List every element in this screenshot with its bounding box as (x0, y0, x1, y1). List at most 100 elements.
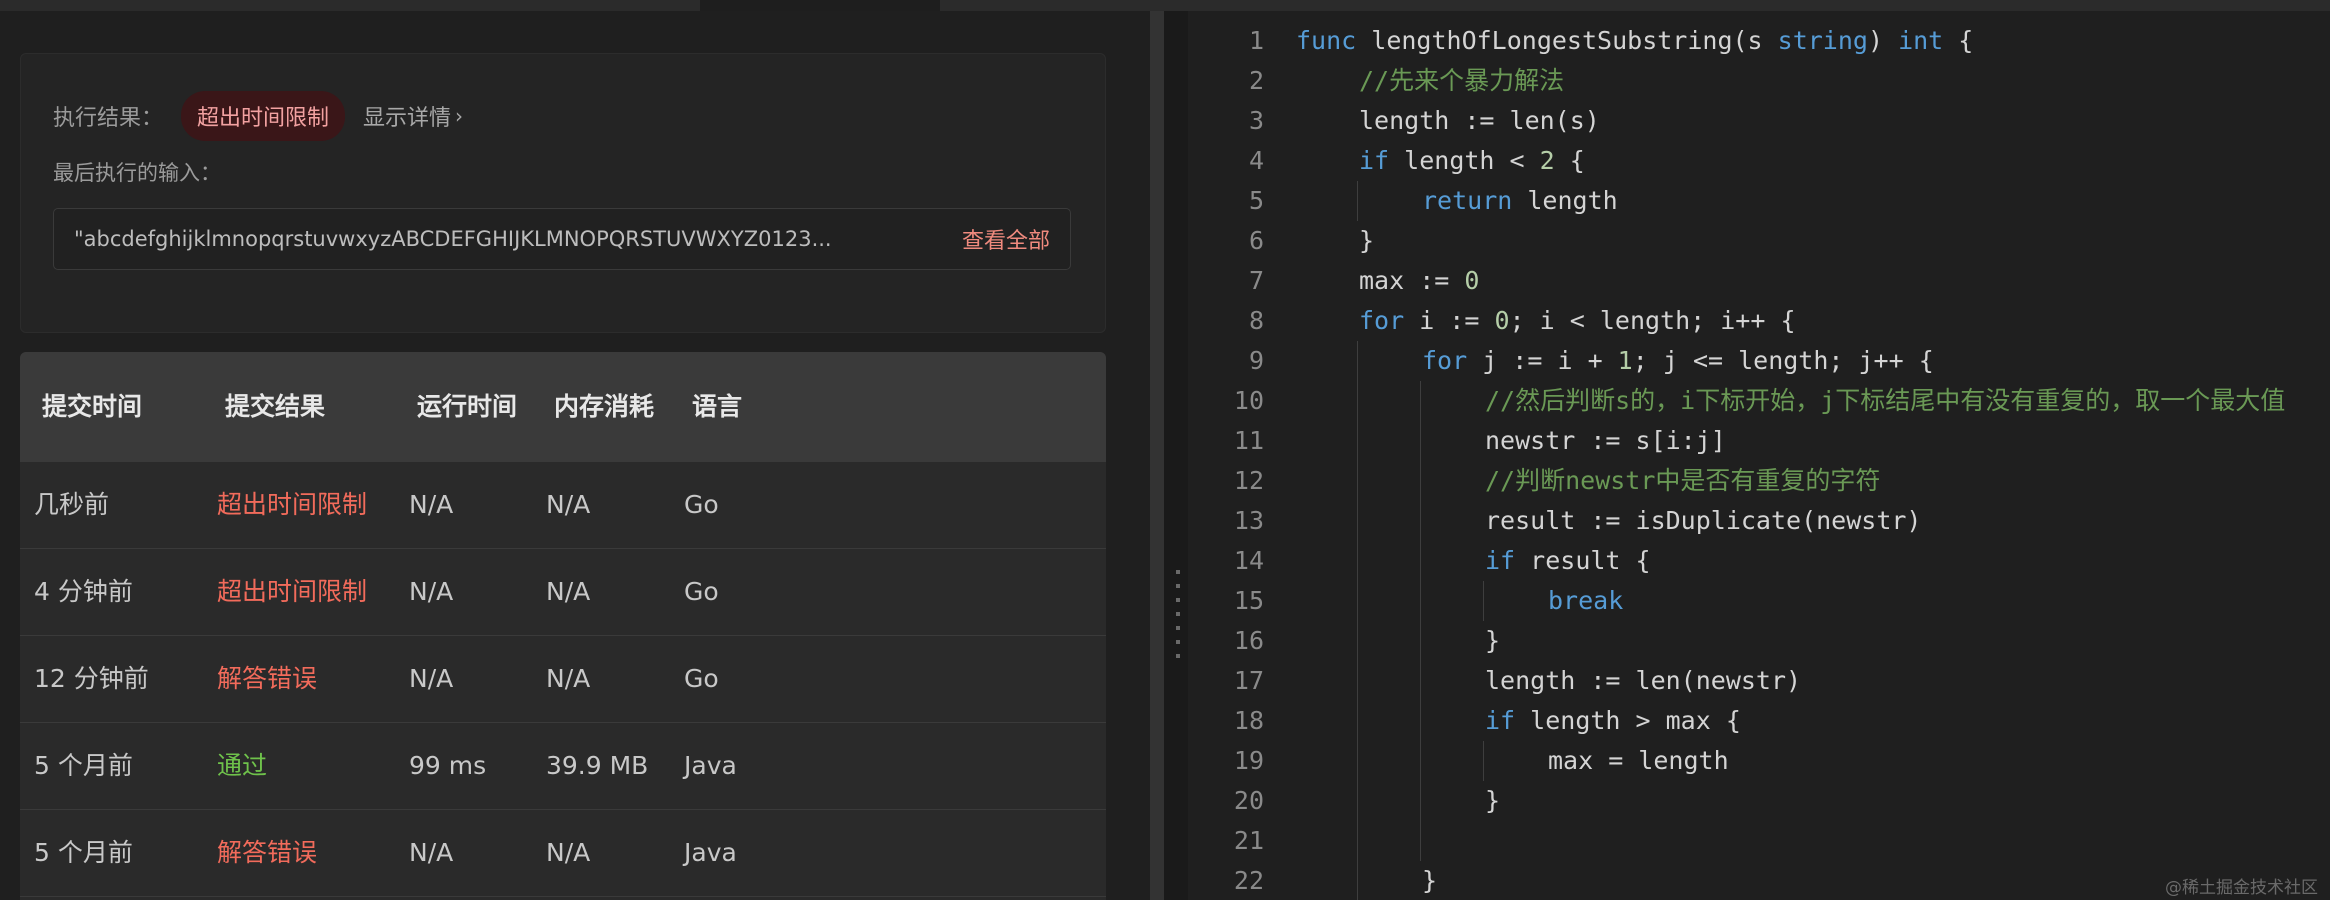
line-number: 18 (1233, 706, 1264, 735)
indent-guide (1357, 501, 1358, 541)
code-text: //然后判断s的，i下标开始，j下标结尾中有没有重复的，取一个最大值 (1485, 381, 2285, 421)
submission-lang: Go (684, 577, 719, 606)
indent-guide (1357, 701, 1358, 741)
code-token: return (1422, 186, 1513, 215)
code-token: if (1485, 706, 1516, 735)
code-line[interactable]: 4 if length < 2 { (1188, 141, 2330, 181)
table-row[interactable]: 5 个月前 通过 99 ms 39.9 MB Java (20, 723, 1106, 810)
code-token: newstr := s[i:j] (1485, 426, 1726, 455)
code-line[interactable]: 13 result := isDuplicate(newstr) (1188, 501, 2330, 541)
line-number: 20 (1233, 786, 1264, 815)
panel-scrollbar[interactable] (1150, 11, 1164, 900)
code-line[interactable]: 2 //先来个暴力解法 (1188, 61, 2330, 101)
indent-guide (1483, 581, 1484, 621)
code-line[interactable]: 5 return length (1188, 181, 2330, 221)
indent-guide (1420, 621, 1421, 661)
code-text: max = length (1548, 741, 1729, 781)
code-token: for (1359, 306, 1405, 335)
code-text: if length < 2 { (1359, 141, 1585, 181)
code-line[interactable]: 20} (1188, 781, 2330, 821)
submission-result-link[interactable]: 通过 (217, 723, 267, 809)
view-all-link[interactable]: 查看全部 (962, 223, 1050, 255)
indent-guide (1420, 501, 1421, 541)
code-token: length (1512, 186, 1618, 215)
code-line[interactable]: 9 for j := i + 1; j <= length; j++ { (1188, 341, 2330, 381)
code-token: 0 (1494, 306, 1510, 335)
code-token: func (1296, 26, 1357, 55)
code-line[interactable]: 1 func lengthOfLongestSubstring(s string)… (1188, 21, 2330, 61)
code-line[interactable]: 21 (1188, 821, 2330, 861)
code-line[interactable]: 16} (1188, 621, 2330, 661)
code-line[interactable]: 18 if length > max { (1188, 701, 2330, 741)
active-tab-gap[interactable] (700, 0, 940, 11)
table-row[interactable]: 几秒前 超出时间限制 N/A N/A Go (20, 462, 1106, 549)
submission-memory: N/A (546, 490, 591, 519)
line-number: 2 (1248, 66, 1264, 95)
table-row[interactable]: 5 个月前 解答错误 N/A N/A Java (20, 810, 1106, 897)
code-line[interactable]: 11 newstr := s[i:j] (1188, 421, 2330, 461)
code-line[interactable]: 6} (1188, 221, 2330, 261)
submission-lang: Java (684, 751, 737, 780)
indent-guide (1420, 661, 1421, 701)
show-details-link[interactable]: 显示详情 › (363, 100, 463, 132)
code-token: //判断newstr中是否有重复的字符 (1485, 466, 1881, 495)
indent-guide (1420, 781, 1421, 821)
submission-lang: Go (684, 664, 719, 693)
submission-time: 几秒前 (34, 490, 110, 519)
submission-memory: N/A (546, 664, 591, 693)
code-line[interactable]: 3 length := len(s) (1188, 101, 2330, 141)
code-text: if result { (1485, 541, 1651, 581)
submission-result-link[interactable]: 超出时间限制 (217, 549, 367, 635)
code-token: 0 (1464, 266, 1480, 295)
code-line[interactable]: 17 length := len(newstr) (1188, 661, 2330, 701)
line-number: 15 (1233, 586, 1264, 615)
code-line[interactable]: 10 //然后判断s的，i下标开始，j下标结尾中有没有重复的，取一个最大值 (1188, 381, 2330, 421)
indent-guide (1357, 341, 1358, 381)
line-number: 14 (1233, 546, 1264, 575)
submission-runtime: N/A (409, 577, 454, 606)
code-text: newstr := s[i:j] (1485, 421, 1726, 461)
code-text: for i := 0; i < length; i++ { (1359, 301, 1796, 341)
table-header: 提交时间 提交结果 运行时间 内存消耗 语言 (20, 352, 1106, 462)
column-header: 提交时间 (42, 392, 143, 421)
code-text: result := isDuplicate(newstr) (1485, 501, 1922, 541)
submission-result-link[interactable]: 超出时间限制 (217, 462, 367, 548)
code-line[interactable]: 14 if result { (1188, 541, 2330, 581)
code-line[interactable]: 22} (1188, 861, 2330, 900)
column-header: 语言 (692, 392, 743, 421)
column-header: 内存消耗 (554, 392, 655, 421)
drag-handle-icon[interactable] (1176, 570, 1180, 665)
code-line[interactable]: 12 //判断newstr中是否有重复的字符 (1188, 461, 2330, 501)
code-line[interactable]: 15 break (1188, 581, 2330, 621)
submission-time: 12 分钟前 (34, 664, 149, 693)
submission-lang: Java (684, 838, 737, 867)
code-line[interactable]: 7 max := 0 (1188, 261, 2330, 301)
submission-runtime: N/A (409, 838, 454, 867)
code-token: ) (1867, 26, 1899, 55)
code-text: //先来个暴力解法 (1359, 61, 1564, 101)
table-row[interactable]: 12 分钟前 解答错误 N/A N/A Go (20, 636, 1106, 723)
code-token: { (1554, 146, 1585, 175)
code-line[interactable]: 19 max = length (1188, 741, 2330, 781)
submission-result-link[interactable]: 解答错误 (217, 636, 317, 722)
code-token: length := len(newstr) (1485, 666, 1802, 695)
table-row[interactable]: 4 分钟前 超出时间限制 N/A N/A Go (20, 549, 1106, 636)
indent-guide (1483, 741, 1484, 781)
watermark: @稀土掘金技术社区 (2165, 878, 2318, 898)
line-number: 5 (1248, 186, 1264, 215)
code-editor[interactable]: 1 func lengthOfLongestSubstring(s string)… (1188, 11, 2330, 900)
line-number: 21 (1233, 826, 1264, 855)
panel-splitter[interactable] (1164, 11, 1188, 900)
submission-memory: N/A (546, 577, 591, 606)
last-input-box: "abcdefghijklmnopqrstuvwxyzABCDEFGHIJKLM… (53, 208, 1071, 270)
line-number: 3 (1248, 106, 1264, 135)
line-number: 8 (1248, 306, 1264, 335)
code-token: i := (1404, 306, 1495, 335)
code-text: length := len(newstr) (1485, 661, 1801, 701)
indent-guide (1420, 461, 1421, 501)
code-line[interactable]: 8 for i := 0; i < length; i++ { (1188, 301, 2330, 341)
code-text: } (1485, 781, 1500, 821)
line-number: 13 (1233, 506, 1264, 535)
submission-result-link[interactable]: 解答错误 (217, 810, 317, 896)
indent-guide (1357, 821, 1358, 861)
